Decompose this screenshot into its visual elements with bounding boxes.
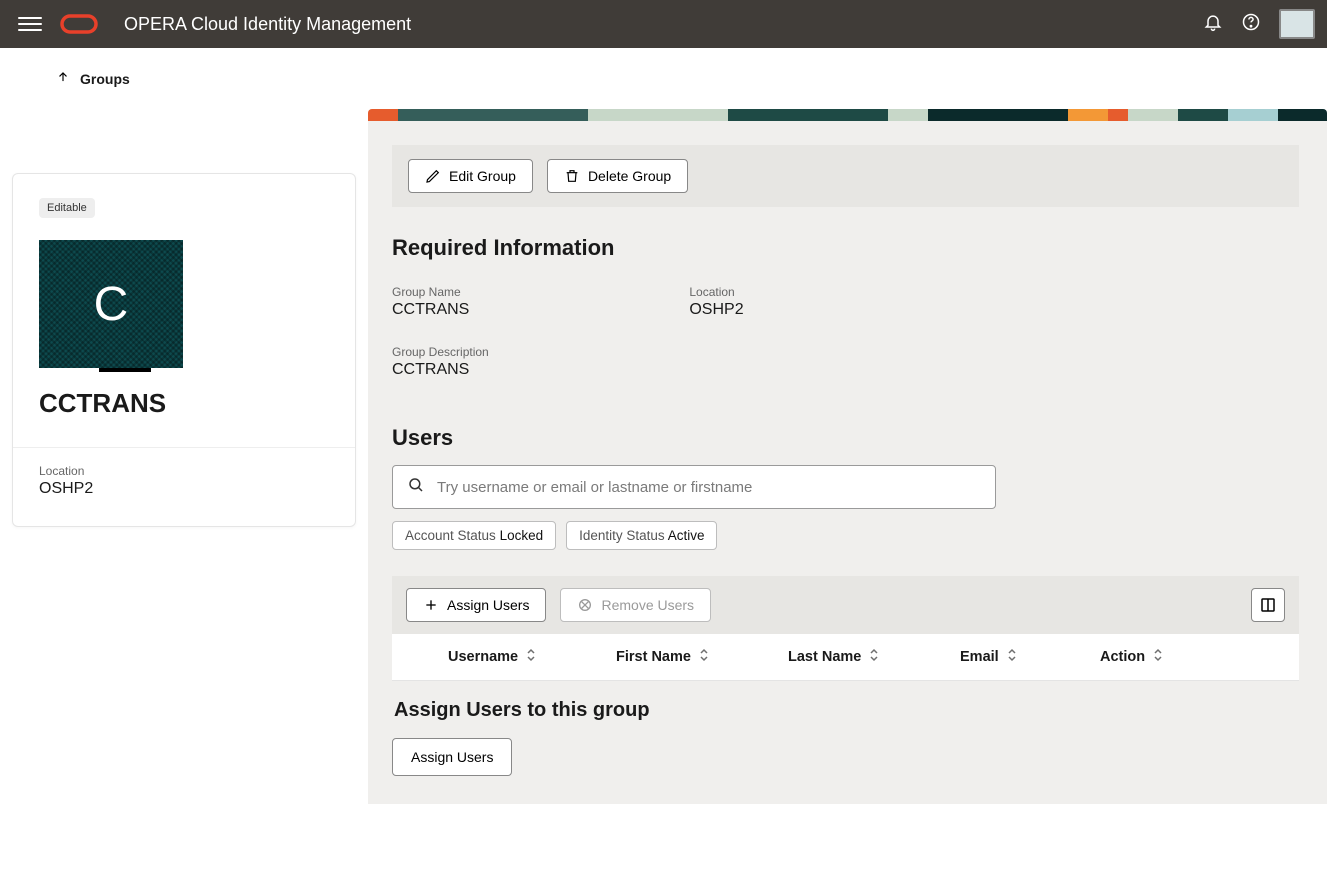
location-label: Location [39,464,329,478]
search-icon [407,476,425,499]
menu-icon[interactable] [18,12,42,36]
group-name-value: CCTRANS [392,301,469,319]
chip-value: Locked [500,528,544,543]
oracle-logo [60,12,98,36]
chip-label: Account Status [405,528,496,543]
filter-chips: Account Status Locked Identity Status Ac… [392,521,1299,550]
group-action-bar: Edit Group Delete Group [392,145,1299,207]
bell-icon[interactable] [1203,12,1223,37]
decorative-banner [368,109,1327,121]
location-value: OSHP2 [39,480,329,498]
account-status-chip[interactable]: Account Status Locked [392,521,556,550]
breadcrumb-label: Groups [80,71,130,87]
group-initial: C [94,277,129,332]
remove-circle-icon [577,597,593,613]
group-desc-block: Group Description CCTRANS [392,345,1299,379]
chip-label: Identity Status [579,528,665,543]
breadcrumb-groups[interactable]: Groups [0,48,1327,109]
delete-group-button[interactable]: Delete Group [547,159,688,193]
delete-group-label: Delete Group [588,168,671,184]
columns-icon [1259,596,1277,614]
remove-users-button: Remove Users [560,588,711,622]
identity-status-chip[interactable]: Identity Status Active [566,521,717,550]
col-username[interactable]: Username [436,648,604,666]
detail-panel: Edit Group Delete Group Required Informa… [368,109,1327,804]
assign-users-title: Assign Users to this group [394,699,1299,722]
col-lastname[interactable]: Last Name [776,648,948,666]
app-header: OPERA Cloud Identity Management [0,0,1327,48]
pencil-icon [425,168,441,184]
group-name-label: Group Name [392,285,469,299]
columns-toggle-button[interactable] [1251,588,1285,622]
sort-icon [526,648,536,666]
help-icon[interactable] [1241,12,1261,37]
editable-badge: Editable [39,198,95,218]
users-table: Username First Name Last Name Email [392,634,1299,681]
assign-users-cta[interactable]: Assign Users [392,738,512,776]
users-toolbar: Assign Users Remove Users [392,576,1299,634]
assign-users-label: Assign Users [447,597,529,613]
group-name-block: Group Name CCTRANS [392,285,469,319]
col-email[interactable]: Email [948,648,1088,666]
trash-icon [564,168,580,184]
sort-icon [869,648,879,666]
table-header: Username First Name Last Name Email [392,634,1299,681]
edit-group-label: Edit Group [449,168,516,184]
location-value-detail: OSHP2 [689,301,743,319]
assign-users-cta-label: Assign Users [411,749,493,765]
group-name-heading: CCTRANS [39,388,329,419]
required-info-title: Required Information [392,235,1299,261]
sort-icon [1153,648,1163,666]
remove-users-label: Remove Users [601,597,694,613]
app-title: OPERA Cloud Identity Management [124,14,1203,35]
plus-icon [423,597,439,613]
location-block: Location OSHP2 [689,285,743,319]
col-action[interactable]: Action [1088,648,1228,666]
avatar[interactable] [1279,9,1315,39]
arrow-up-icon [56,70,70,87]
sort-icon [1007,648,1017,666]
group-desc-value: CCTRANS [392,361,1299,379]
left-column: Editable C CCTRANS Location OSHP2 [12,109,356,804]
sort-icon [699,648,709,666]
group-summary-card: Editable C CCTRANS Location OSHP2 [12,173,356,527]
edit-group-button[interactable]: Edit Group [408,159,533,193]
assign-users-button[interactable]: Assign Users [406,588,546,622]
users-title: Users [392,425,1299,451]
location-label-detail: Location [689,285,743,299]
user-search-input[interactable] [437,479,981,496]
group-tile: C [39,240,183,368]
chip-value: Active [668,528,705,543]
group-desc-label: Group Description [392,345,1299,359]
user-search[interactable] [392,465,996,509]
col-firstname[interactable]: First Name [604,648,776,666]
